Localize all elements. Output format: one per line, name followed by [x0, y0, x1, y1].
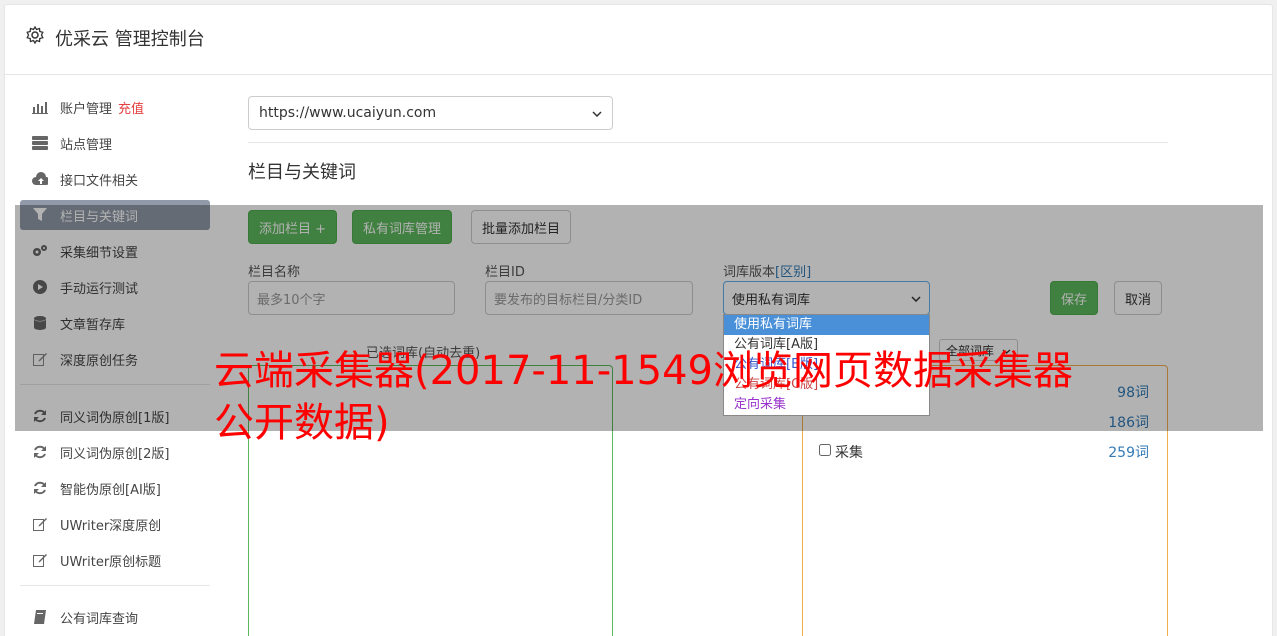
refresh-icon [32, 444, 48, 460]
sidebar-item-label: 智能伪原创[AI版] [60, 482, 161, 498]
bar-chart-icon [32, 99, 48, 115]
sidebar-item-uwriter-title[interactable]: UWriter原创标题 [20, 545, 210, 575]
page-header: 优采云 管理控制台 [5, 5, 1272, 75]
sidebar-item-ai-rewrite[interactable]: 智能伪原创[AI版] [20, 473, 210, 503]
server-icon [32, 135, 48, 151]
sidebar-item-label: 同义词伪原创[2版] [60, 446, 170, 462]
watermark-text: 云端采集器(2017-11-1549浏览网页数据采集器公开数据) [214, 348, 1073, 446]
recharge-link[interactable]: 充值 [118, 98, 144, 117]
sidebar-item-label: UWriter原创标题 [60, 554, 162, 570]
lib-count: 259词 [1108, 445, 1149, 461]
sidebar-item-uwriter-deep[interactable]: UWriter深度原创 [20, 509, 210, 539]
edit-icon [32, 516, 48, 532]
cloud-upload-icon [32, 171, 48, 187]
gear-icon [25, 25, 45, 45]
sidebar-item-synonym-v2[interactable]: 同义词伪原创[2版] [20, 437, 210, 467]
sidebar-item-label: 站点管理 [60, 137, 113, 153]
dropdown-option[interactable]: 使用私有词库 [724, 315, 929, 335]
section-title: 栏目与关键词 [248, 162, 356, 183]
sidebar-item-interface[interactable]: 接口文件相关 [20, 164, 210, 194]
main-divider [248, 142, 1168, 143]
book-icon [32, 609, 48, 625]
page-title: 优采云 管理控制台 [55, 29, 205, 50]
sidebar-item-public-lib[interactable]: 公有词库查询 [20, 602, 210, 632]
site-select-value: https://www.ucaiyun.com [259, 105, 437, 121]
refresh-icon [32, 480, 48, 496]
sidebar-item-sites[interactable]: 站点管理 [20, 128, 210, 158]
sidebar-item-label: 账户管理 [60, 101, 113, 117]
sidebar-divider [20, 585, 210, 586]
sidebar-item-label: 公有词库查询 [60, 611, 139, 627]
sidebar-item-account[interactable]: 账户管理 充值 [20, 92, 210, 122]
chevron-down-icon [592, 105, 602, 121]
edit-icon [32, 552, 48, 568]
sidebar-item-label: UWriter深度原创 [60, 518, 162, 534]
sidebar-item-label: 接口文件相关 [60, 173, 139, 189]
site-select[interactable]: https://www.ucaiyun.com [248, 96, 613, 130]
